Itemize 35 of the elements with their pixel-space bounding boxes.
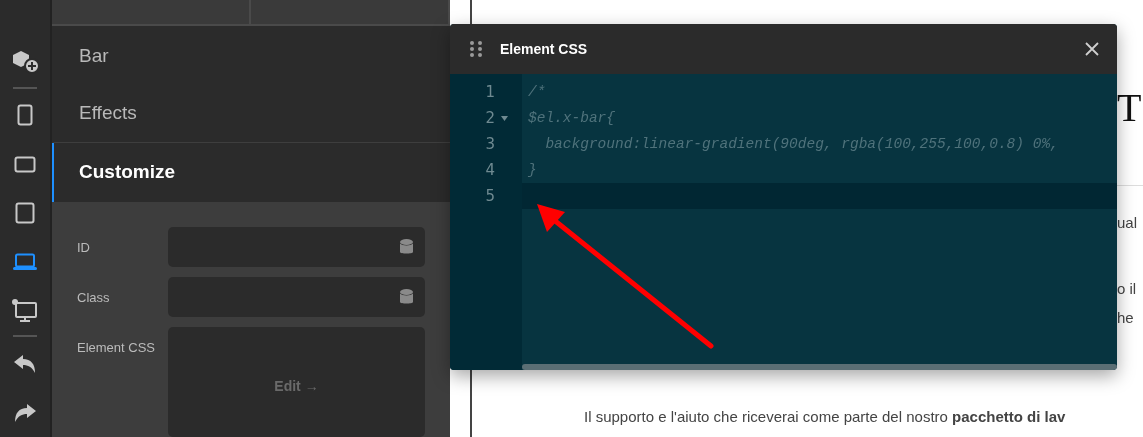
field-label: Element CSS <box>76 339 157 355</box>
redo-icon[interactable] <box>13 402 37 423</box>
page-heading: T <box>1117 88 1142 128</box>
database-icon[interactable] <box>400 289 413 305</box>
scrollbar[interactable] <box>522 364 1117 370</box>
line-number: 4 <box>485 161 495 179</box>
desktop-icon[interactable] <box>12 298 38 323</box>
fold-caret-icon[interactable] <box>501 115 508 121</box>
line-number: 2 <box>485 109 495 127</box>
line-number: 1 <box>485 83 495 101</box>
line-number: 3 <box>485 135 495 153</box>
paragraph-text: o il <box>1117 280 1138 297</box>
code-line: $el.x-bar{ <box>528 110 615 126</box>
line-number: 5 <box>485 187 495 205</box>
undo-icon[interactable] <box>13 353 37 374</box>
panel-section[interactable]: Bar <box>52 26 450 86</box>
drag-handle-icon[interactable] <box>470 41 482 57</box>
code-line: } <box>528 162 537 178</box>
laptop-icon[interactable] <box>13 252 37 271</box>
field-label: ID <box>76 239 91 255</box>
paragraph-text: ual <box>1117 214 1139 231</box>
field-label: Class <box>76 289 111 305</box>
dialog-title: Element CSS <box>500 41 589 57</box>
close-icon[interactable] <box>1085 42 1099 56</box>
code-line: background:linear-gradient(90deg, rgba(100,255,100,0.8) 0%, <box>544 136 1059 152</box>
input-field[interactable] <box>168 227 425 267</box>
code-editor[interactable]: 1 2 3 4 5 /* $el.x-bar{ background:linear-gradient(90deg, rgba(100,255,100,0.8) 0%, } <box>450 74 1117 370</box>
tablet-icon[interactable] <box>14 155 36 173</box>
code-line: /* <box>528 84 546 100</box>
input-field[interactable] <box>168 277 425 317</box>
phone-icon[interactable] <box>17 104 33 127</box>
paragraph-text: Il supporto e l'aiuto che riceverai come parte del nostro pacchetto di lav <box>584 408 1067 425</box>
database-icon[interactable] <box>400 239 413 255</box>
tablet-icon[interactable] <box>15 202 35 225</box>
paragraph-text: he <box>1117 309 1135 326</box>
